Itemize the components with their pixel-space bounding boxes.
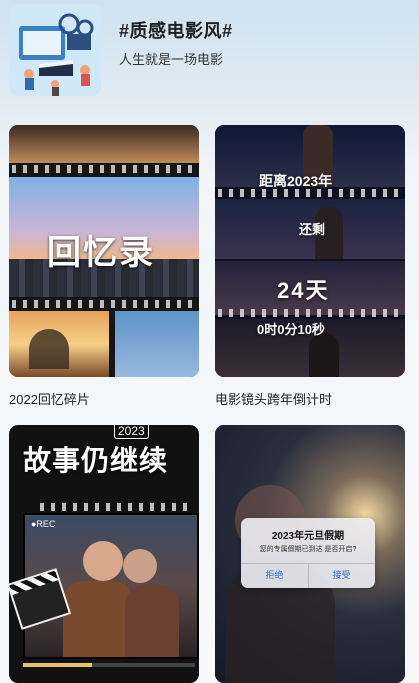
film-frame-sunset [9,311,109,377]
dialog-title: 2023年元旦假期 [271,531,345,542]
film-frame-sky [115,311,199,377]
template-label-memories[interactable]: 2022回忆碎片 [9,389,90,408]
countdown-line-2: 还剩 [299,222,326,237]
film-perforation [9,300,199,308]
topic-header: #质感电影风# 人生就是一场电影 [0,0,419,110]
topic-title: #质感电影风# [119,21,233,41]
film-perforation [37,503,187,511]
film-perforation [9,165,199,173]
dialog-reject-button[interactable]: 拒绝 [241,563,308,588]
holiday-alert-dialog: 2023年元旦假期 您的专属假期已到达 是否开启? 拒绝 接受 [241,518,375,588]
countdown-line-4: 0时0分10秒 [257,322,325,337]
dialog-message: 您的专属假期已到达 是否开启? [259,546,357,553]
dialog-accept-button[interactable]: 接受 [308,563,375,588]
template-card-story[interactable]: 2023 故事仍继续 ●REC [9,425,199,683]
topic-cover-image [9,4,101,96]
film-set-illustration-icon [9,4,101,96]
film-frame: 24天 [215,261,405,315]
countdown-line-3: 24天 [277,278,330,303]
template-card-memories[interactable]: 回忆录 [9,125,199,377]
film-frame: 距离2023年 [215,125,405,187]
overlay-title-text: 回忆录 [47,234,155,272]
film-perforation [215,309,405,317]
rec-indicator: ●REC [31,519,56,529]
topic-subtitle: 人生就是一场电影 [119,52,224,67]
countdown-line-1: 距离2023年 [259,173,333,187]
film-frame [9,125,199,163]
handwritten-headline: 故事仍继续 [23,444,169,477]
film-frame-city: 回忆录 [9,177,199,297]
year-badge: 2023 [114,425,149,439]
film-frame: 0时0分10秒 [215,319,405,377]
template-label-countdown[interactable]: 电影镜头跨年倒计时 [215,389,332,408]
film-frame: 还剩 [215,199,405,259]
film-perforation [215,189,405,197]
template-card-holiday[interactable]: 2023年元旦假期 您的专属假期已到达 是否开启? 拒绝 接受 [215,425,405,683]
playback-progress [23,663,195,667]
template-card-countdown[interactable]: 距离2023年 还剩 24天 0时0分10秒 [215,125,405,377]
